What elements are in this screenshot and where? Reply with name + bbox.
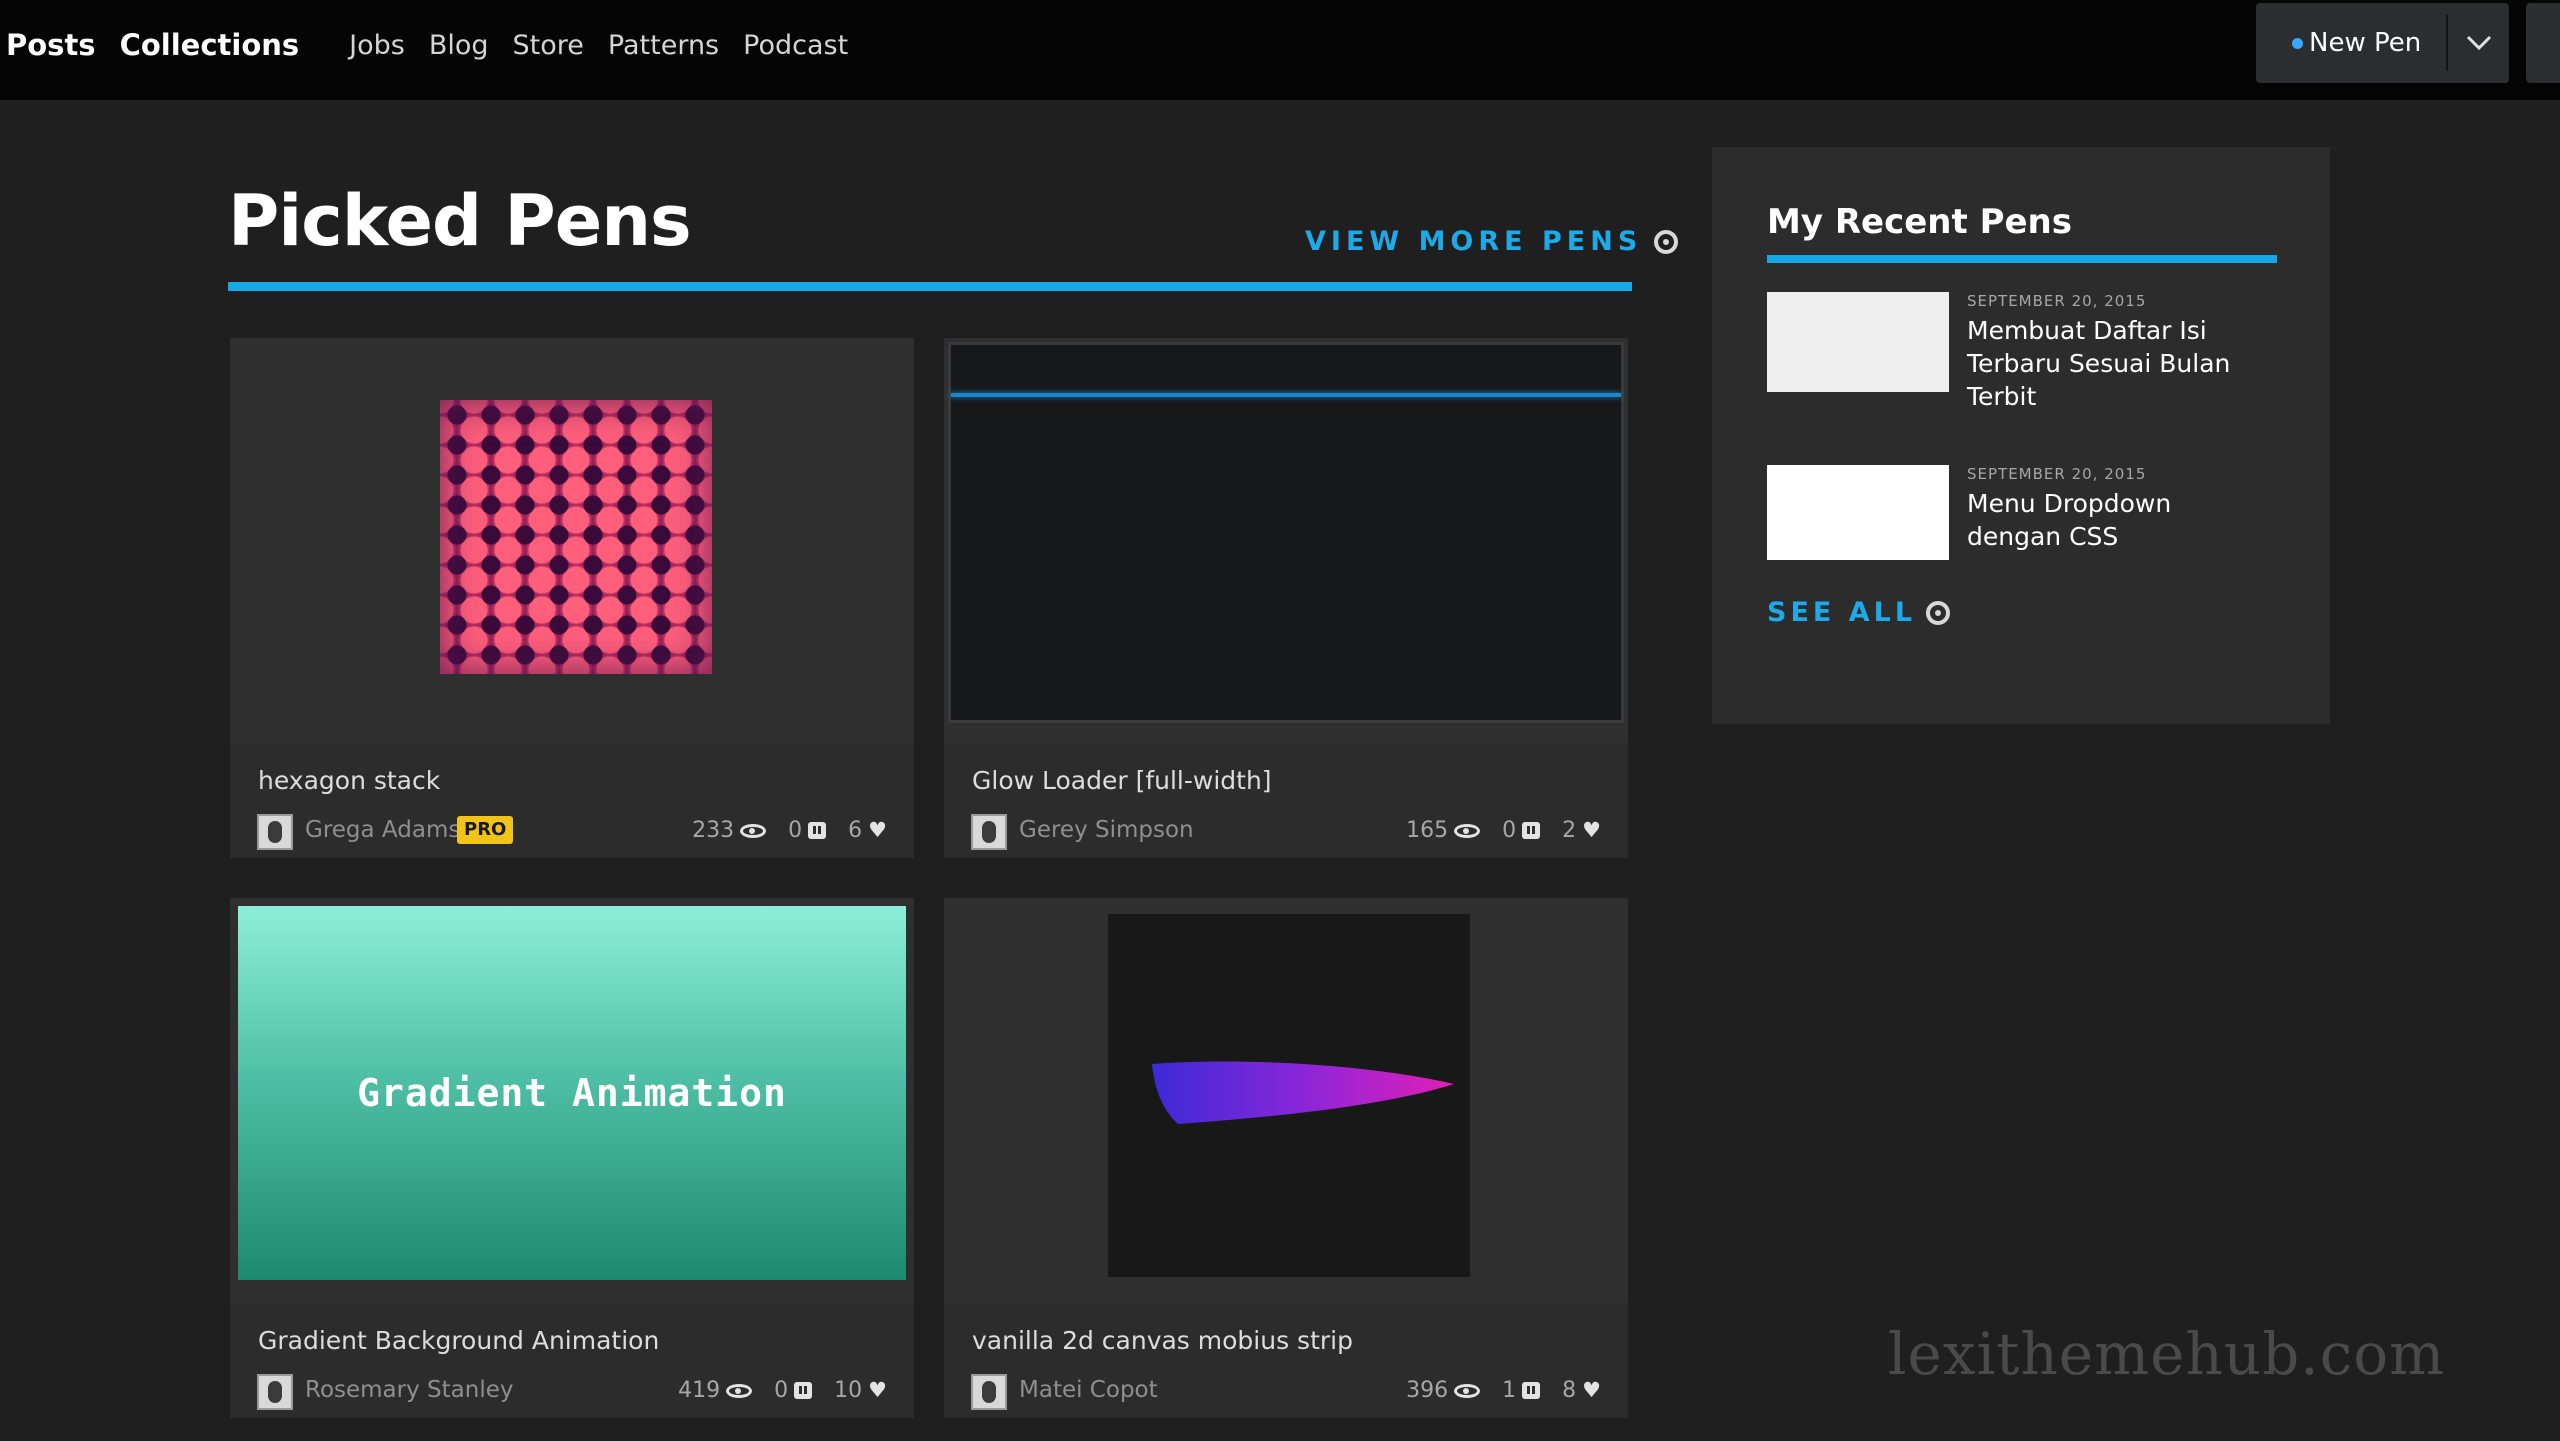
recent-pens-title: My Recent Pens xyxy=(1767,202,2073,242)
hearts-count: 8 xyxy=(1562,1378,1577,1403)
comment-icon xyxy=(1522,1382,1541,1399)
preview-text: Gradient Animation xyxy=(357,1071,787,1115)
comment-icon xyxy=(794,1382,813,1399)
nav-podcast[interactable]: Podcast xyxy=(743,30,848,61)
new-pen-button[interactable]: New Pen xyxy=(2256,3,2446,83)
recent-pen-item[interactable]: SEPTEMBER 20, 2015 Menu Dropdown dengan … xyxy=(1767,465,2277,565)
pen-title[interactable]: vanilla 2d canvas mobius strip xyxy=(972,1326,1353,1355)
eye-icon xyxy=(726,1383,753,1398)
pen-title[interactable]: Gradient Background Animation xyxy=(258,1326,659,1355)
comments-count: 0 xyxy=(774,1378,789,1403)
mobius-strip-shape xyxy=(1152,1061,1454,1124)
nav-blog[interactable]: Blog xyxy=(429,30,489,61)
hearts-count: 2 xyxy=(1562,818,1577,843)
new-pen-control: New Pen xyxy=(2256,3,2509,83)
view-more-pens-label: VIEW MORE PENS xyxy=(1305,226,1643,257)
recent-pen-title[interactable]: Menu Dropdown dengan CSS xyxy=(1967,487,2267,553)
nav-patterns[interactable]: Patterns xyxy=(608,30,719,61)
recent-pen-thumbnail[interactable] xyxy=(1767,292,1949,392)
comments-count: 1 xyxy=(1502,1378,1517,1403)
nav-jobs[interactable]: Jobs xyxy=(349,30,405,61)
pen-meta: Grega Adams PRO 233 0 6 ♥ xyxy=(257,814,887,854)
gradient-animation-preview: Gradient Animation xyxy=(238,906,906,1280)
views-count: 165 xyxy=(1406,818,1449,843)
see-all-label: SEE ALL xyxy=(1767,597,1917,628)
circle-arrow-icon xyxy=(1926,600,1951,625)
eye-icon xyxy=(1454,1383,1481,1398)
views-count: 233 xyxy=(692,818,735,843)
avatar[interactable] xyxy=(257,1374,293,1410)
recent-pens-divider xyxy=(1767,255,2277,263)
hexagon-pattern-image xyxy=(440,400,712,674)
pen-title[interactable]: hexagon stack xyxy=(258,766,440,795)
recent-pen-date: SEPTEMBER 20, 2015 xyxy=(1967,465,2147,483)
views-count: 419 xyxy=(678,1378,721,1403)
pen-meta: Rosemary Stanley 419 0 10 ♥ xyxy=(257,1374,887,1414)
pen-meta: Gerey Simpson 165 0 2 ♥ xyxy=(971,814,1601,854)
views-count: 396 xyxy=(1406,1378,1449,1403)
pen-preview[interactable] xyxy=(944,898,1628,1303)
hearts-count: 10 xyxy=(834,1378,863,1403)
pen-preview[interactable] xyxy=(944,338,1628,743)
nav-posts[interactable]: Posts xyxy=(6,28,96,62)
avatar[interactable] xyxy=(971,1374,1007,1410)
user-menu-button[interactable] xyxy=(2526,3,2560,83)
nav-links: Posts Collections Jobs Blog Store Patter… xyxy=(6,0,872,90)
nav-store[interactable]: Store xyxy=(513,30,584,61)
new-pen-dropdown-button[interactable] xyxy=(2448,3,2509,83)
heart-icon[interactable]: ♥ xyxy=(868,1380,887,1401)
section-divider xyxy=(228,282,1632,291)
view-more-pens-link[interactable]: VIEW MORE PENS xyxy=(1305,226,1679,257)
watermark: lexithemehub.com xyxy=(1888,1320,2446,1388)
heart-icon[interactable]: ♥ xyxy=(1582,1380,1601,1401)
comment-icon xyxy=(808,822,827,839)
pen-stats: 165 0 2 ♥ xyxy=(1384,818,1601,843)
avatar[interactable] xyxy=(971,814,1007,850)
heart-icon[interactable]: ♥ xyxy=(868,820,887,841)
eye-icon xyxy=(1454,823,1481,838)
picked-pens-title: Picked Pens xyxy=(228,180,692,262)
new-pen-dot-icon xyxy=(2292,37,2303,49)
pro-badge: PRO xyxy=(457,816,514,844)
pen-card[interactable]: hexagon stack Grega Adams PRO 233 0 6 ♥ xyxy=(230,338,914,858)
chevron-down-icon xyxy=(2466,35,2491,51)
see-all-link[interactable]: SEE ALL xyxy=(1767,597,1951,628)
heart-icon[interactable]: ♥ xyxy=(1582,820,1601,841)
comments-count: 0 xyxy=(788,818,803,843)
pen-preview[interactable]: Gradient Animation xyxy=(230,898,914,1303)
pen-meta: Matei Copot 396 1 8 ♥ xyxy=(971,1374,1601,1414)
circle-arrow-icon xyxy=(1654,229,1679,254)
top-navigation: Posts Collections Jobs Blog Store Patter… xyxy=(0,0,2560,100)
avatar[interactable] xyxy=(257,814,293,850)
pen-author[interactable]: Grega Adams xyxy=(305,817,460,843)
pen-author[interactable]: Matei Copot xyxy=(1019,1377,1158,1403)
pen-card[interactable]: vanilla 2d canvas mobius strip Matei Cop… xyxy=(944,898,1628,1418)
recent-pen-item[interactable]: SEPTEMBER 20, 2015 Membuat Daftar Isi Te… xyxy=(1767,292,2277,432)
pen-author[interactable]: Rosemary Stanley xyxy=(305,1377,513,1403)
eye-icon xyxy=(740,823,767,838)
pen-author[interactable]: Gerey Simpson xyxy=(1019,817,1194,843)
recent-pen-date: SEPTEMBER 20, 2015 xyxy=(1967,292,2147,310)
pen-preview[interactable] xyxy=(230,338,914,743)
recent-pen-thumbnail[interactable] xyxy=(1767,465,1949,560)
pen-stats: 419 0 10 ♥ xyxy=(656,1378,887,1403)
pen-title[interactable]: Glow Loader [full-width] xyxy=(972,766,1272,795)
recent-pens-panel: My Recent Pens SEPTEMBER 20, 2015 Membua… xyxy=(1712,147,2330,724)
glow-loader-preview xyxy=(948,342,1624,723)
new-pen-label: New Pen xyxy=(2309,28,2422,58)
comments-count: 0 xyxy=(1502,818,1517,843)
pen-card[interactable]: Glow Loader [full-width] Gerey Simpson 1… xyxy=(944,338,1628,858)
comment-icon xyxy=(1522,822,1541,839)
mobius-strip-preview xyxy=(1108,914,1470,1277)
pen-stats: 396 1 8 ♥ xyxy=(1384,1378,1601,1403)
hearts-count: 6 xyxy=(848,818,863,843)
glow-loader-bar xyxy=(951,393,1621,397)
pen-card[interactable]: Gradient Animation Gradient Background A… xyxy=(230,898,914,1418)
recent-pen-title[interactable]: Membuat Daftar Isi Terbaru Sesuai Bulan … xyxy=(1967,314,2267,413)
nav-collections[interactable]: Collections xyxy=(120,28,300,62)
pen-stats: 233 0 6 ♥ xyxy=(670,818,887,843)
